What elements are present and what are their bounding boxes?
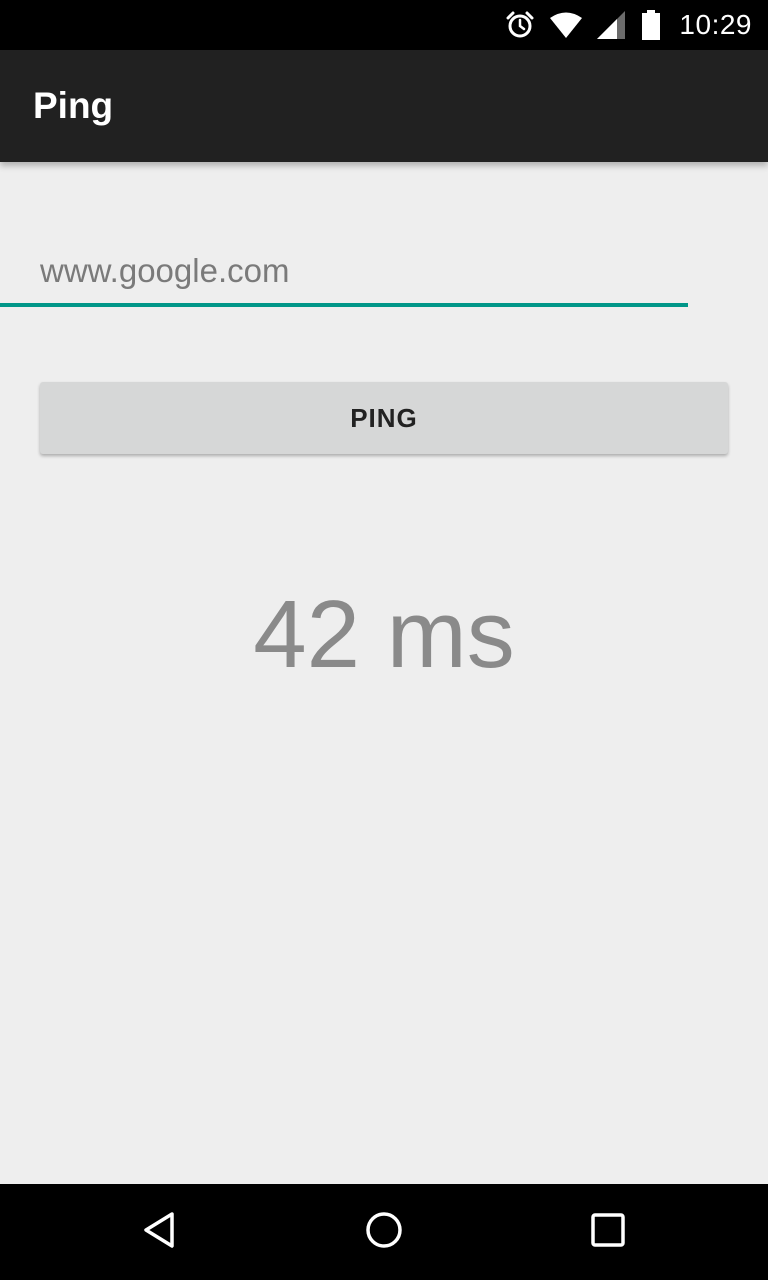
back-icon bbox=[140, 1210, 180, 1255]
app-screen: 10:29 Ping PING 42 ms bbox=[0, 0, 768, 1280]
host-field[interactable] bbox=[40, 240, 728, 308]
wifi-icon bbox=[549, 11, 583, 39]
nav-back-button[interactable] bbox=[100, 1184, 220, 1280]
recents-icon bbox=[590, 1212, 626, 1253]
battery-icon bbox=[641, 10, 661, 40]
status-icons: 10:29 bbox=[505, 0, 752, 50]
status-bar: 10:29 bbox=[0, 0, 768, 50]
ping-button[interactable]: PING bbox=[40, 382, 728, 454]
app-title: Ping bbox=[33, 85, 114, 126]
nav-home-button[interactable] bbox=[324, 1184, 444, 1280]
ping-result: 42 ms bbox=[253, 581, 515, 688]
alarm-icon bbox=[505, 10, 535, 40]
app-bar: Ping bbox=[0, 50, 768, 162]
host-input[interactable] bbox=[40, 240, 728, 302]
cell-signal-icon bbox=[597, 11, 627, 39]
host-input-underline bbox=[0, 303, 688, 307]
nav-recents-button[interactable] bbox=[548, 1184, 668, 1280]
nav-bar bbox=[0, 1184, 768, 1280]
home-icon bbox=[364, 1210, 404, 1255]
status-time: 10:29 bbox=[679, 9, 752, 40]
